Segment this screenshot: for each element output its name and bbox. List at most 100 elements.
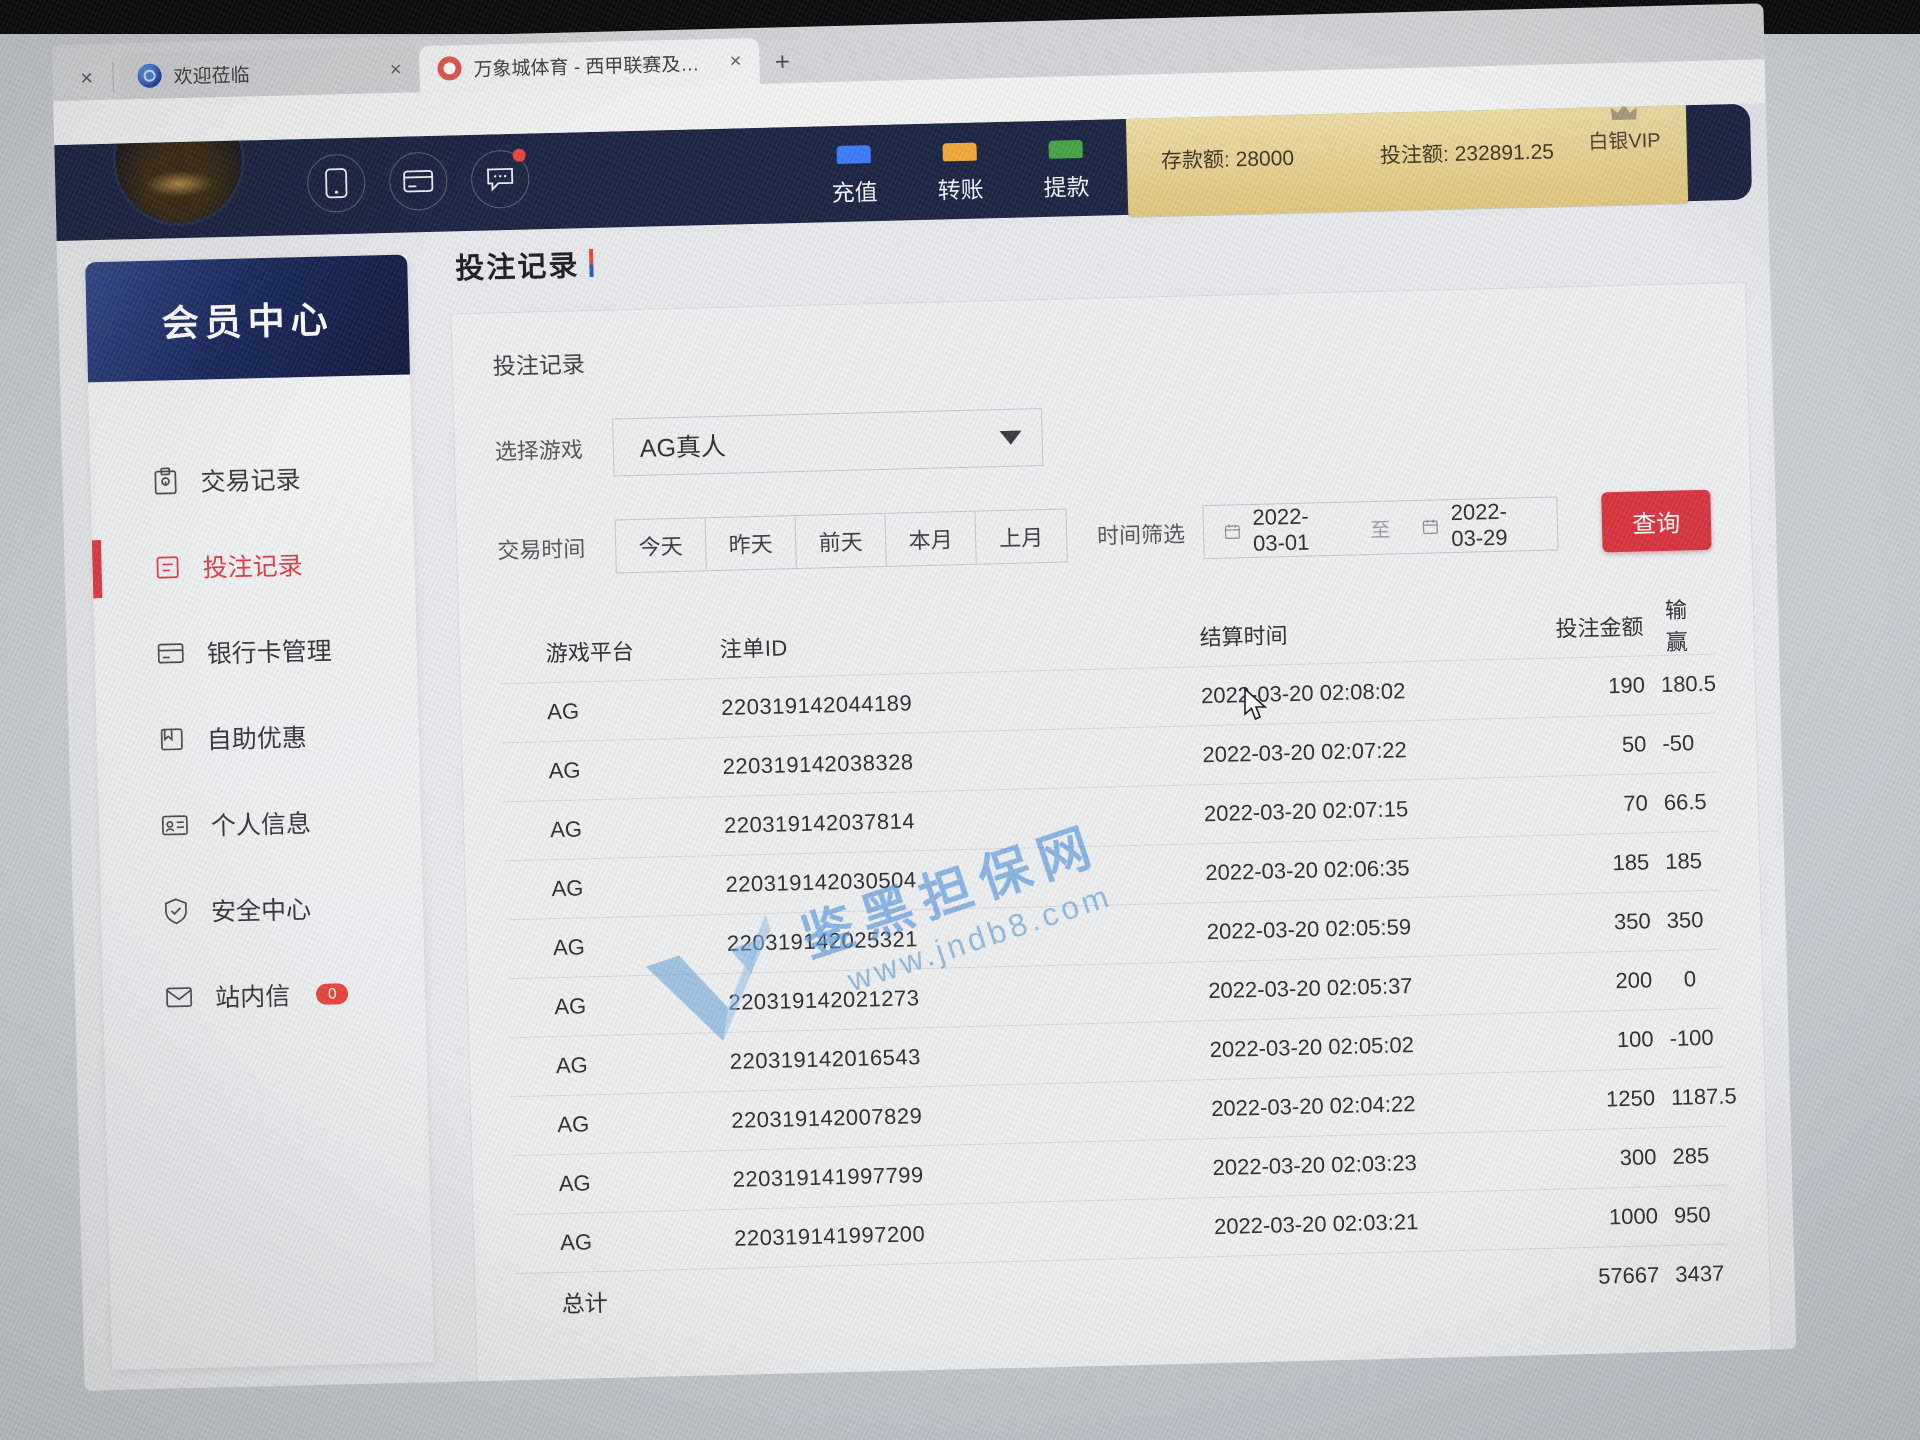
game-select[interactable]: AG真人 <box>612 408 1043 476</box>
to-label: 至 <box>1370 513 1391 542</box>
date-from-field[interactable]: 2022-03-01 <box>1223 503 1339 558</box>
cell-settle-time: 2022-03-20 02:05:37 <box>1058 971 1489 1007</box>
bank-card-icon <box>402 168 435 195</box>
page-button-5[interactable]: 5 <box>1163 1379 1206 1390</box>
col-header-bet-amount: 投注金额 <box>1479 609 1660 645</box>
sidebar-item-bet-records[interactable]: 投注记录 <box>92 518 416 612</box>
cell-settle-time: 2022-03-20 02:06:35 <box>1055 853 1486 889</box>
crown-icon <box>1609 103 1639 123</box>
quick-range-last-month[interactable]: 上月 <box>975 509 1066 563</box>
member-sidebar: 会员中心 交易记录 <box>85 254 434 1370</box>
cell-platform: AG <box>504 815 655 845</box>
game-select-value: AG真人 <box>639 420 1000 465</box>
col-header-win-loss: 输赢 <box>1659 592 1715 657</box>
cell-bet-amount: 50 <box>1482 731 1663 761</box>
date-to-value: 2022-03-29 <box>1450 498 1537 552</box>
cell-settle-time: 2022-03-20 02:07:22 <box>1052 735 1483 771</box>
page-button-3[interactable]: 3 <box>1045 1382 1088 1390</box>
quick-range-today[interactable]: 今天 <box>616 518 707 572</box>
withdraw-icon <box>1048 140 1082 159</box>
cell-settle-time: 2022-03-20 02:07:15 <box>1054 794 1485 830</box>
nav-item-recharge[interactable]: 充值 <box>814 125 894 223</box>
page-button-last[interactable]: 尾 <box>1281 1376 1324 1390</box>
mouse-cursor <box>1243 688 1269 727</box>
messages-button[interactable] <box>471 149 530 208</box>
page-button-next[interactable]: 下 <box>1222 1378 1265 1391</box>
quick-range-day-before[interactable]: 前天 <box>796 514 887 568</box>
cell-win-loss: 350 <box>1666 906 1729 934</box>
page-button-1[interactable]: 1 <box>927 1385 970 1391</box>
cell-bet-amount: 1250 <box>1491 1085 1672 1115</box>
date-range-label: 时间筛选 <box>1097 517 1186 551</box>
sidebar-item-label: 银行卡管理 <box>206 631 332 670</box>
nav-item-withdraw[interactable]: 提款 <box>1026 119 1106 217</box>
cell-bet-id: 220319142038328 <box>652 746 1053 782</box>
cell-bet-id: 220319142025321 <box>657 923 1058 959</box>
bet-records-table: 游戏平台 注单ID 结算时间 投注金额 输赢 AG 22031914204418… <box>499 592 1730 1332</box>
tab-welcome[interactable]: 欢迎莅临 × <box>119 46 420 99</box>
page-content: 会员中心 交易记录 <box>57 199 1797 1390</box>
cell-bet-id: 220319141997200 <box>664 1218 1065 1254</box>
close-icon[interactable]: × <box>386 56 406 83</box>
cell-win-loss: 285 <box>1672 1142 1735 1170</box>
mail-icon <box>165 986 194 1009</box>
sidebar-item-profile[interactable]: 个人信息 <box>98 776 422 870</box>
sidebar-header: 会员中心 <box>85 254 410 382</box>
game-filter-row: 选择游戏 AG真人 <box>494 392 1709 480</box>
transfer-icon <box>942 143 976 162</box>
deposit-amount: 存款额: 28000 <box>1161 142 1295 175</box>
mobile-app-button[interactable] <box>307 154 366 213</box>
nav-item-transfer[interactable]: 转账 <box>920 122 1000 220</box>
book-icon <box>158 726 185 753</box>
site-nav: 充值 转账 提款 <box>814 119 1106 222</box>
tab-title: 万象城体育 - 西甲联赛及意甲罗 <box>473 48 714 81</box>
sidebar-item-label: 个人信息 <box>210 804 311 842</box>
cell-bet-amount: 350 <box>1486 908 1667 938</box>
notification-dot <box>512 149 525 162</box>
sidebar-item-security[interactable]: 安全中心 <box>100 862 424 956</box>
quick-range-this-month[interactable]: 本月 <box>886 512 977 566</box>
cell-win-loss: 0 <box>1668 966 1723 993</box>
cell-settle-time: 2022-03-20 02:05:02 <box>1059 1030 1490 1066</box>
cell-settle-time: 2022-03-20 02:04:22 <box>1061 1089 1492 1125</box>
cell-platform: AG <box>502 756 653 786</box>
cell-bet-amount: 100 <box>1489 1026 1670 1056</box>
sidebar-menu: 交易记录 投注记录 银行卡管理 <box>88 374 426 1042</box>
nav-label: 提款 <box>1043 168 1090 203</box>
sidebar-item-inbox[interactable]: 站内信 0 <box>102 948 426 1042</box>
page-button-4[interactable]: 4 <box>1104 1381 1147 1391</box>
bank-card-button[interactable] <box>389 152 448 211</box>
sidebar-item-label: 自助优惠 <box>206 718 307 756</box>
new-tab-button[interactable]: + <box>759 39 806 84</box>
cell-bet-id: 220319142030504 <box>655 864 1056 900</box>
page-viewport: 充值 转账 提款 存款额: 28000 投注额: 232891.25 <box>54 103 1796 1390</box>
cell-bet-amount: 190 <box>1481 672 1662 702</box>
main-area: 投注记录 投注记录 选择游戏 AG真人 交易时间 <box>449 214 1774 1391</box>
cell-win-loss: 185 <box>1665 847 1728 875</box>
sidebar-item-promotions[interactable]: 自助优惠 <box>96 690 420 784</box>
vip-label: 白银VIP <box>1588 124 1661 155</box>
close-icon[interactable]: × <box>725 48 745 75</box>
tab-sports-site[interactable]: 万象城体育 - 西甲联赛及意甲罗 × <box>419 38 760 92</box>
quick-range-yesterday[interactable]: 昨天 <box>706 516 797 570</box>
date-to-field[interactable]: 2022-03-29 <box>1422 498 1538 553</box>
cell-bet-id: 220319142044189 <box>651 687 1052 723</box>
cell-platform: AG <box>505 874 656 904</box>
cell-platform: AG <box>508 992 659 1022</box>
col-header-bet-id: 注单ID <box>649 624 1050 666</box>
vip-level[interactable]: 白银VIP <box>1587 103 1660 154</box>
search-button[interactable]: 查询 <box>1601 490 1712 553</box>
pagination: 1 2 3 4 5 下 尾 <box>518 1366 1733 1390</box>
sidebar-item-bank-cards[interactable]: 银行卡管理 <box>94 604 418 698</box>
cell-settle-time: 2022-03-20 02:03:23 <box>1062 1148 1493 1184</box>
total-bet-amount: 57667 <box>1495 1262 1676 1292</box>
cell-bet-id: 220319142037814 <box>654 805 1055 841</box>
page-button-2[interactable]: 2 <box>986 1384 1029 1391</box>
tab-title: 欢迎莅临 <box>173 57 374 89</box>
recharge-icon <box>837 145 871 164</box>
sidebar-item-transactions[interactable]: 交易记录 <box>89 432 413 526</box>
sidebar-item-label: 安全中心 <box>211 890 312 928</box>
cell-win-loss: 66.5 <box>1663 788 1732 816</box>
close-icon[interactable]: × <box>66 56 107 101</box>
bet-records-panel: 投注记录 选择游戏 AG真人 交易时间 今天 <box>450 282 1774 1391</box>
